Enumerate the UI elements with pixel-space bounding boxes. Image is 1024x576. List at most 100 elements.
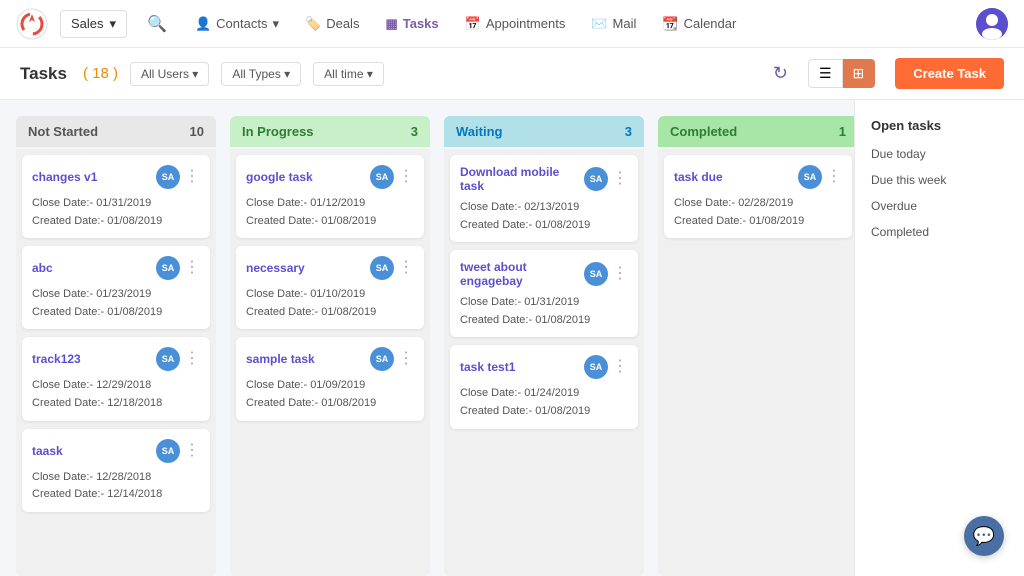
task-card: changes v1 SA ⋮ Close Date:- 01/31/2019 … [22, 155, 210, 238]
col-body-waiting: Download mobile task SA ⋮ Close Date:- 0… [444, 149, 644, 576]
card-close-date: Close Date:- 01/09/2019 [246, 377, 414, 395]
card-created-date: Created Date:- 01/08/2019 [246, 304, 414, 322]
nav-mail[interactable]: ✉️ Mail [579, 10, 648, 38]
create-task-button[interactable]: Create Task [895, 58, 1004, 89]
card-created-date: Created Date:- 01/08/2019 [460, 403, 628, 421]
card-title[interactable]: abc [32, 261, 150, 275]
col-count: 3 [625, 124, 632, 139]
filter-all-users[interactable]: All Users ▾ [130, 62, 209, 86]
card-title[interactable]: necessary [246, 261, 364, 275]
appointments-icon: 📅 [465, 16, 481, 32]
task-card: abc SA ⋮ Close Date:- 01/23/2019 Created… [22, 246, 210, 329]
card-title[interactable]: sample task [246, 352, 364, 366]
card-top: abc SA ⋮ [32, 256, 200, 280]
col-title: Waiting [456, 124, 502, 139]
card-close-date: Close Date:- 01/31/2019 [32, 195, 200, 213]
card-menu-button[interactable]: ⋮ [612, 171, 628, 187]
col-count: 3 [411, 124, 418, 139]
card-menu-button[interactable]: ⋮ [612, 266, 628, 282]
card-menu-button[interactable]: ⋮ [184, 169, 200, 185]
card-title[interactable]: google task [246, 170, 364, 184]
sales-dropdown[interactable]: Sales ▾ [60, 10, 127, 38]
card-created-date: Created Date:- 01/08/2019 [32, 213, 200, 231]
card-avatar: SA [584, 262, 608, 286]
col-body-not-started: changes v1 SA ⋮ Close Date:- 01/31/2019 … [16, 149, 216, 576]
nav-calendar[interactable]: 📆 Calendar [650, 10, 748, 38]
card-menu-button[interactable]: ⋮ [398, 260, 414, 276]
card-menu-button[interactable]: ⋮ [184, 443, 200, 459]
refresh-button[interactable]: ↻ [773, 63, 788, 84]
kanban-board: Not Started10 changes v1 SA ⋮ Close Date… [0, 100, 854, 576]
card-close-date: Close Date:- 02/28/2019 [674, 195, 842, 213]
card-close-date: Close Date:- 01/23/2019 [32, 286, 200, 304]
card-title[interactable]: task test1 [460, 360, 578, 374]
filter-all-time[interactable]: All time ▾ [313, 62, 384, 86]
nav-contacts[interactable]: 👤 Contacts ▾ [183, 10, 291, 38]
card-title[interactable]: changes v1 [32, 170, 150, 184]
user-avatar[interactable] [976, 8, 1008, 40]
card-top: tweet about engagebay SA ⋮ [460, 260, 628, 288]
col-header-not-started: Not Started10 [16, 116, 216, 147]
card-avatar: SA [156, 256, 180, 280]
nav-deals[interactable]: 🏷️ Deals [293, 10, 371, 38]
card-avatar: SA [584, 167, 608, 191]
card-close-date: Close Date:- 12/28/2018 [32, 469, 200, 487]
card-close-date: Close Date:- 02/13/2019 [460, 199, 628, 217]
deals-icon: 🏷️ [305, 16, 321, 32]
kanban-col-completed: Completed1 task due SA ⋮ Close Date:- 02… [658, 116, 854, 576]
subheader: Tasks ( 18 ) All Users ▾ All Types ▾ All… [0, 48, 1024, 100]
card-title[interactable]: track123 [32, 352, 150, 366]
card-menu-button[interactable]: ⋮ [398, 169, 414, 185]
card-top: task due SA ⋮ [674, 165, 842, 189]
card-created-date: Created Date:- 01/08/2019 [32, 304, 200, 322]
mail-icon: ✉️ [591, 16, 607, 32]
task-card: track123 SA ⋮ Close Date:- 12/29/2018 Cr… [22, 337, 210, 420]
card-title[interactable]: Download mobile task [460, 165, 578, 193]
col-header-waiting: Waiting 3 [444, 116, 644, 147]
sidebar-filter-overdue[interactable]: Overdue [855, 193, 1024, 219]
card-top: track123 SA ⋮ [32, 347, 200, 371]
task-card: Download mobile task SA ⋮ Close Date:- 0… [450, 155, 638, 242]
card-title[interactable]: tweet about engagebay [460, 260, 578, 288]
right-sidebar: Open tasks Due today Due this week Overd… [854, 100, 1024, 576]
card-top: necessary SA ⋮ [246, 256, 414, 280]
calendar-icon: 📆 [662, 16, 678, 32]
card-created-date: Created Date:- 12/14/2018 [32, 486, 200, 504]
grid-view-button[interactable]: ⊞ [843, 59, 876, 88]
card-menu-button[interactable]: ⋮ [612, 359, 628, 375]
chat-bubble[interactable]: 💬 [964, 516, 1004, 556]
nav-tasks[interactable]: ▦ Tasks [373, 10, 450, 38]
sidebar-filter-completed[interactable]: Completed [855, 219, 1024, 245]
task-card: google task SA ⋮ Close Date:- 01/12/2019… [236, 155, 424, 238]
card-avatar: SA [798, 165, 822, 189]
col-count: 1 [839, 124, 846, 139]
nav-items: 👤 Contacts ▾ 🏷️ Deals ▦ Tasks 📅 Appointm… [183, 10, 972, 38]
card-avatar: SA [370, 347, 394, 371]
card-top: taask SA ⋮ [32, 439, 200, 463]
card-menu-button[interactable]: ⋮ [826, 169, 842, 185]
list-view-button[interactable]: ☰ [808, 59, 843, 88]
card-title[interactable]: taask [32, 444, 150, 458]
sidebar-filter-due-today[interactable]: Due today [855, 141, 1024, 167]
main-layout: Not Started10 changes v1 SA ⋮ Close Date… [0, 100, 1024, 576]
card-title[interactable]: task due [674, 170, 792, 184]
col-body-completed: task due SA ⋮ Close Date:- 02/28/2019 Cr… [658, 149, 854, 576]
tasks-icon: ▦ [385, 16, 397, 32]
card-menu-button[interactable]: ⋮ [398, 351, 414, 367]
card-menu-button[interactable]: ⋮ [184, 260, 200, 276]
task-card: task due SA ⋮ Close Date:- 02/28/2019 Cr… [664, 155, 852, 238]
sales-label: Sales [71, 16, 104, 31]
app-logo[interactable] [16, 8, 48, 40]
card-close-date: Close Date:- 01/12/2019 [246, 195, 414, 213]
col-header-in-progress: In Progress3 [230, 116, 430, 147]
filter-all-types[interactable]: All Types ▾ [221, 62, 301, 86]
nav-appointments[interactable]: 📅 Appointments [453, 10, 578, 38]
card-avatar: SA [370, 256, 394, 280]
chevron-down-icon: ▾ [110, 16, 117, 32]
card-top: task test1 SA ⋮ [460, 355, 628, 379]
card-avatar: SA [370, 165, 394, 189]
task-card: necessary SA ⋮ Close Date:- 01/10/2019 C… [236, 246, 424, 329]
sidebar-filter-due-this-week[interactable]: Due this week [855, 167, 1024, 193]
search-button[interactable]: 🔍 [139, 10, 175, 38]
card-menu-button[interactable]: ⋮ [184, 351, 200, 367]
